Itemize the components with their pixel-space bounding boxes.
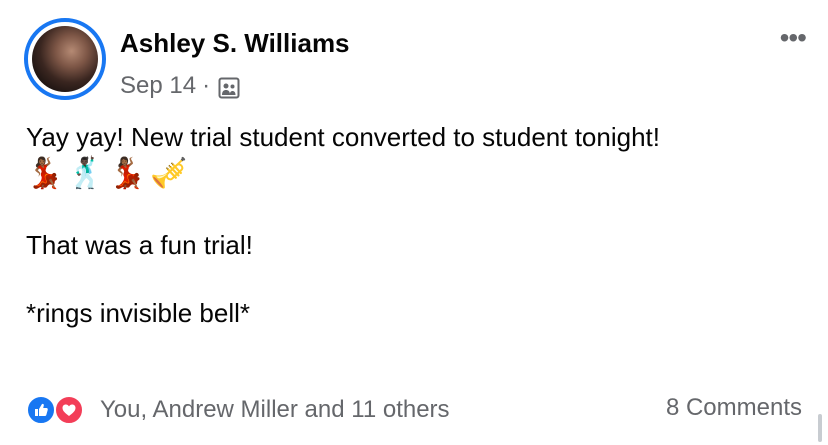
- post-text-line: Yay yay! New trial student converted to …: [26, 122, 660, 152]
- post-text-line: That was a fun trial!: [26, 230, 253, 260]
- author-name[interactable]: Ashley S. Williams: [120, 28, 350, 59]
- post-date[interactable]: Sep 14: [120, 72, 196, 100]
- separator: ·: [202, 72, 211, 99]
- more-options-button[interactable]: •••: [780, 24, 807, 52]
- comments-count[interactable]: 8 Comments: [666, 394, 802, 422]
- reactions-summary[interactable]: You, Andrew Miller and 11 others: [26, 394, 450, 426]
- dancing-woman-emoji: 💃🏾: [26, 156, 64, 191]
- love-icon: [54, 395, 84, 425]
- like-icon: [26, 395, 56, 425]
- avatar[interactable]: [24, 18, 106, 100]
- group-icon[interactable]: [218, 77, 240, 99]
- reactions-text[interactable]: You, Andrew Miller and 11 others: [100, 396, 450, 424]
- dancing-woman-emoji: 💃🏾: [108, 156, 147, 191]
- profile-photo: [32, 26, 98, 92]
- scrollbar[interactable]: [818, 414, 822, 442]
- trumpet-emoji: 🎺: [150, 156, 188, 191]
- post-text-line: *rings invisible bell*: [26, 298, 250, 328]
- post-meta: Sep 14 ·: [120, 72, 240, 100]
- dancing-man-emoji: 🕺🏿: [67, 156, 105, 191]
- post-body: Yay yay! New trial student converted to …: [26, 120, 806, 330]
- emoji-row: 💃🏾 🕺🏿 💃🏾 🎺: [26, 154, 806, 194]
- reaction-icons: [26, 394, 92, 426]
